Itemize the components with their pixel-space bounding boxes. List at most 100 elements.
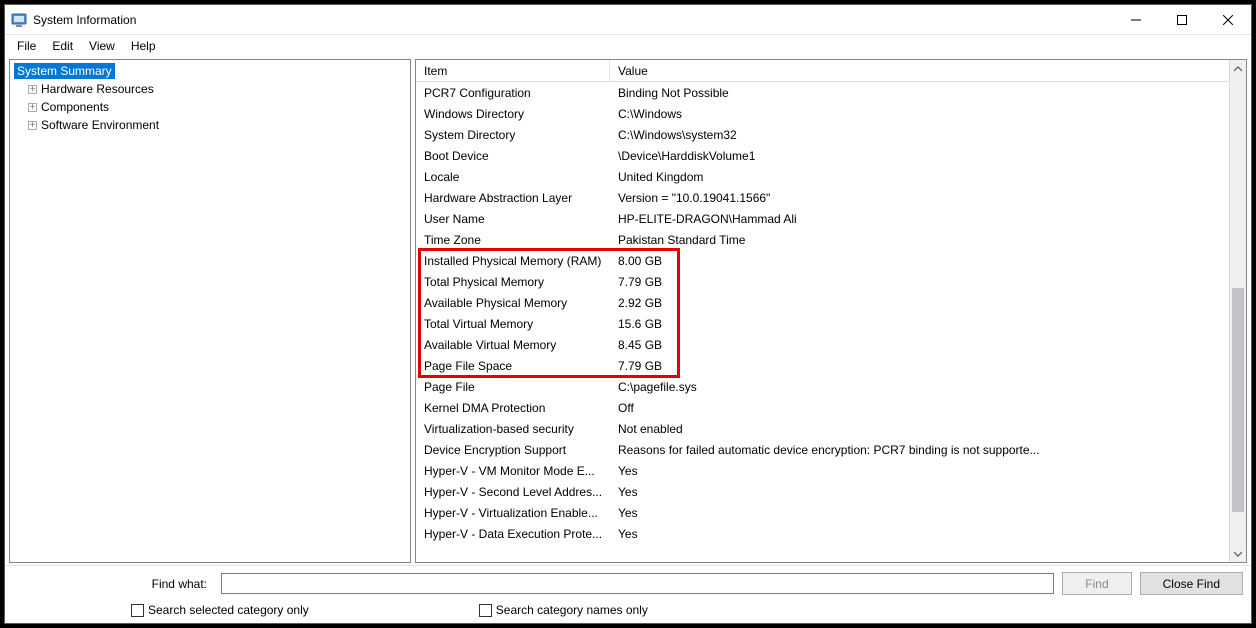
tree-row[interactable]: + Software Environment xyxy=(10,116,410,134)
checkbox-box-icon xyxy=(479,604,492,617)
cell-value: \Device\HarddiskVolume1 xyxy=(610,149,1246,163)
system-information-window: System Information File Edit View Help S… xyxy=(4,4,1252,624)
menubar: File Edit View Help xyxy=(5,35,1251,57)
list-row[interactable]: Available Virtual Memory8.45 GB xyxy=(416,334,1246,355)
content-area: System Summary + Hardware Resources + Co… xyxy=(5,57,1251,565)
cell-value: C:\Windows xyxy=(610,107,1246,121)
menu-help[interactable]: Help xyxy=(123,37,164,55)
cell-item: Available Virtual Memory xyxy=(416,338,610,352)
list-row[interactable]: Boot Device\Device\HarddiskVolume1 xyxy=(416,145,1246,166)
list-row[interactable]: Total Physical Memory7.79 GB xyxy=(416,271,1246,292)
list-row[interactable]: Page File Space7.79 GB xyxy=(416,355,1246,376)
list-row[interactable]: Hardware Abstraction LayerVersion = "10.… xyxy=(416,187,1246,208)
cell-item: Hyper-V - Data Execution Prote... xyxy=(416,527,610,541)
tree-item-label: Components xyxy=(41,100,109,114)
expand-icon[interactable]: + xyxy=(28,85,37,94)
list-row[interactable]: Device Encryption SupportReasons for fai… xyxy=(416,439,1246,460)
cell-item: Available Physical Memory xyxy=(416,296,610,310)
cell-item: Boot Device xyxy=(416,149,610,163)
tree-row-root[interactable]: System Summary xyxy=(10,62,410,80)
list-row[interactable]: PCR7 ConfigurationBinding Not Possible xyxy=(416,82,1246,103)
cell-item: Hyper-V - Second Level Addres... xyxy=(416,485,610,499)
list-row[interactable]: Hyper-V - Data Execution Prote...Yes xyxy=(416,523,1246,544)
cell-item: Page File Space xyxy=(416,359,610,373)
cell-value: Version = "10.0.19041.1566" xyxy=(610,191,1246,205)
cell-item: Time Zone xyxy=(416,233,610,247)
list-row[interactable]: Hyper-V - Virtualization Enable...Yes xyxy=(416,502,1246,523)
cell-value: 8.45 GB xyxy=(610,338,1246,352)
checkbox-selected-category[interactable]: Search selected category only xyxy=(131,603,309,617)
list-row[interactable]: Kernel DMA ProtectionOff xyxy=(416,397,1246,418)
cell-value: C:\pagefile.sys xyxy=(610,380,1246,394)
scroll-up-button[interactable] xyxy=(1230,60,1246,77)
expand-icon[interactable]: + xyxy=(28,121,37,130)
tree-row[interactable]: + Components xyxy=(10,98,410,116)
list-row[interactable]: Available Physical Memory2.92 GB xyxy=(416,292,1246,313)
scroll-track[interactable] xyxy=(1230,77,1246,545)
vertical-scrollbar[interactable] xyxy=(1229,60,1246,562)
list-row[interactable]: Windows DirectoryC:\Windows xyxy=(416,103,1246,124)
checkbox-label: Search category names only xyxy=(496,603,648,617)
category-tree[interactable]: System Summary + Hardware Resources + Co… xyxy=(10,60,410,136)
titlebar: System Information xyxy=(5,5,1251,35)
cell-value: 7.79 GB xyxy=(610,359,1246,373)
list-row[interactable]: System DirectoryC:\Windows\system32 xyxy=(416,124,1246,145)
tree-item-label: Software Environment xyxy=(41,118,159,132)
window-title: System Information xyxy=(33,13,136,27)
cell-value: Yes xyxy=(610,485,1246,499)
expand-icon[interactable]: + xyxy=(28,103,37,112)
column-header-value[interactable]: Value xyxy=(610,60,1246,81)
close-icon xyxy=(1223,15,1233,25)
menu-view[interactable]: View xyxy=(81,37,123,55)
list-row[interactable]: LocaleUnited Kingdom xyxy=(416,166,1246,187)
list-row[interactable]: User NameHP-ELITE-DRAGON\Hammad Ali xyxy=(416,208,1246,229)
list-row[interactable]: Page FileC:\pagefile.sys xyxy=(416,376,1246,397)
tree-row[interactable]: + Hardware Resources xyxy=(10,80,410,98)
details-list-pane: Item Value PCR7 ConfigurationBinding Not… xyxy=(415,59,1247,563)
find-input[interactable] xyxy=(221,573,1054,594)
cell-item: Device Encryption Support xyxy=(416,443,610,457)
list-row[interactable]: Installed Physical Memory (RAM)8.00 GB xyxy=(416,250,1246,271)
list-row[interactable]: Hyper-V - Second Level Addres...Yes xyxy=(416,481,1246,502)
cell-item: PCR7 Configuration xyxy=(416,86,610,100)
maximize-button[interactable] xyxy=(1159,5,1205,35)
cell-item: Page File xyxy=(416,380,610,394)
category-tree-pane: System Summary + Hardware Resources + Co… xyxy=(9,59,411,563)
find-button[interactable]: Find xyxy=(1062,572,1131,595)
cell-value: Reasons for failed automatic device encr… xyxy=(610,443,1246,457)
list-header: Item Value xyxy=(416,60,1246,82)
cell-value: Not enabled xyxy=(610,422,1246,436)
close-button[interactable] xyxy=(1205,5,1251,35)
cell-item: Kernel DMA Protection xyxy=(416,401,610,415)
cell-value: HP-ELITE-DRAGON\Hammad Ali xyxy=(610,212,1246,226)
minimize-button[interactable] xyxy=(1113,5,1159,35)
cell-value: United Kingdom xyxy=(610,170,1246,184)
cell-value: Off xyxy=(610,401,1246,415)
menu-file[interactable]: File xyxy=(9,37,44,55)
column-header-item[interactable]: Item xyxy=(416,60,610,81)
cell-item: Total Virtual Memory xyxy=(416,317,610,331)
list-body[interactable]: PCR7 ConfigurationBinding Not PossibleWi… xyxy=(416,82,1246,544)
list-row[interactable]: Hyper-V - VM Monitor Mode E...Yes xyxy=(416,460,1246,481)
cell-value: 15.6 GB xyxy=(610,317,1246,331)
cell-value: C:\Windows\system32 xyxy=(610,128,1246,142)
cell-item: Hyper-V - VM Monitor Mode E... xyxy=(416,464,610,478)
minimize-icon xyxy=(1131,15,1141,25)
cell-value: Yes xyxy=(610,506,1246,520)
maximize-icon xyxy=(1177,15,1187,25)
tree-item-label: Hardware Resources xyxy=(41,82,154,96)
list-row[interactable]: Virtualization-based securityNot enabled xyxy=(416,418,1246,439)
cell-value: 2.92 GB xyxy=(610,296,1246,310)
menu-edit[interactable]: Edit xyxy=(44,37,81,55)
checkbox-category-names[interactable]: Search category names only xyxy=(479,603,648,617)
close-find-button[interactable]: Close Find xyxy=(1140,572,1243,595)
list-row[interactable]: Total Virtual Memory15.6 GB xyxy=(416,313,1246,334)
scroll-down-button[interactable] xyxy=(1230,545,1246,562)
cell-value: Yes xyxy=(610,464,1246,478)
list-row[interactable]: Time ZonePakistan Standard Time xyxy=(416,229,1246,250)
cell-value: 8.00 GB xyxy=(610,254,1246,268)
chevron-up-icon xyxy=(1234,65,1242,73)
find-options-row: Search selected category only Search cat… xyxy=(13,603,1243,617)
find-row: Find what: Find Close Find xyxy=(13,572,1243,595)
scroll-thumb[interactable] xyxy=(1232,288,1244,513)
